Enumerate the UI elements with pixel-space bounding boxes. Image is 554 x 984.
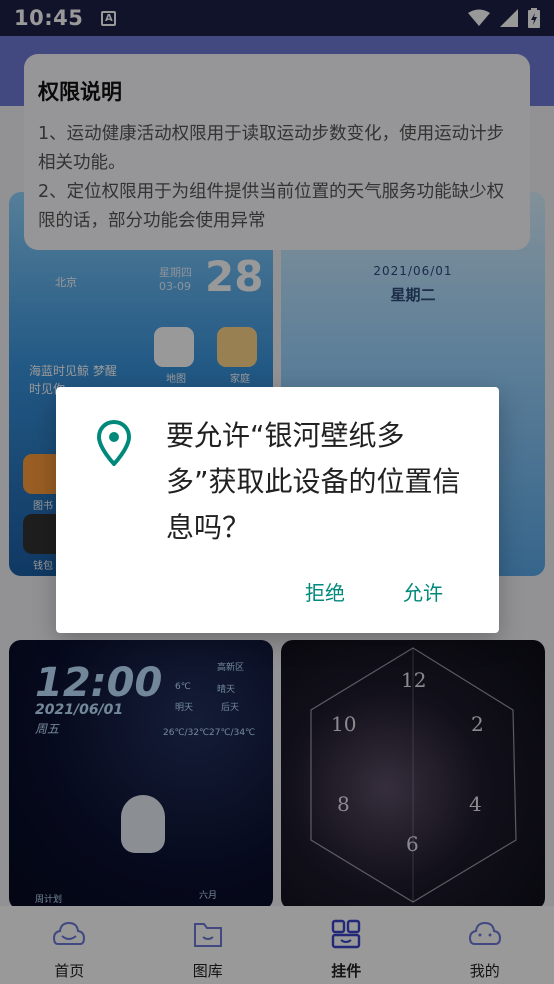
dialog-message: 要允许“银河壁纸多多”获取此设备的位置信息吗？ <box>166 419 461 544</box>
deny-button[interactable]: 拒绝 <box>305 577 345 606</box>
location-pin-icon <box>96 420 132 466</box>
allow-button[interactable]: 允许 <box>403 577 443 606</box>
location-permission-dialog: 要允许“银河壁纸多多”获取此设备的位置信息吗？ 拒绝 允许 <box>56 387 499 633</box>
